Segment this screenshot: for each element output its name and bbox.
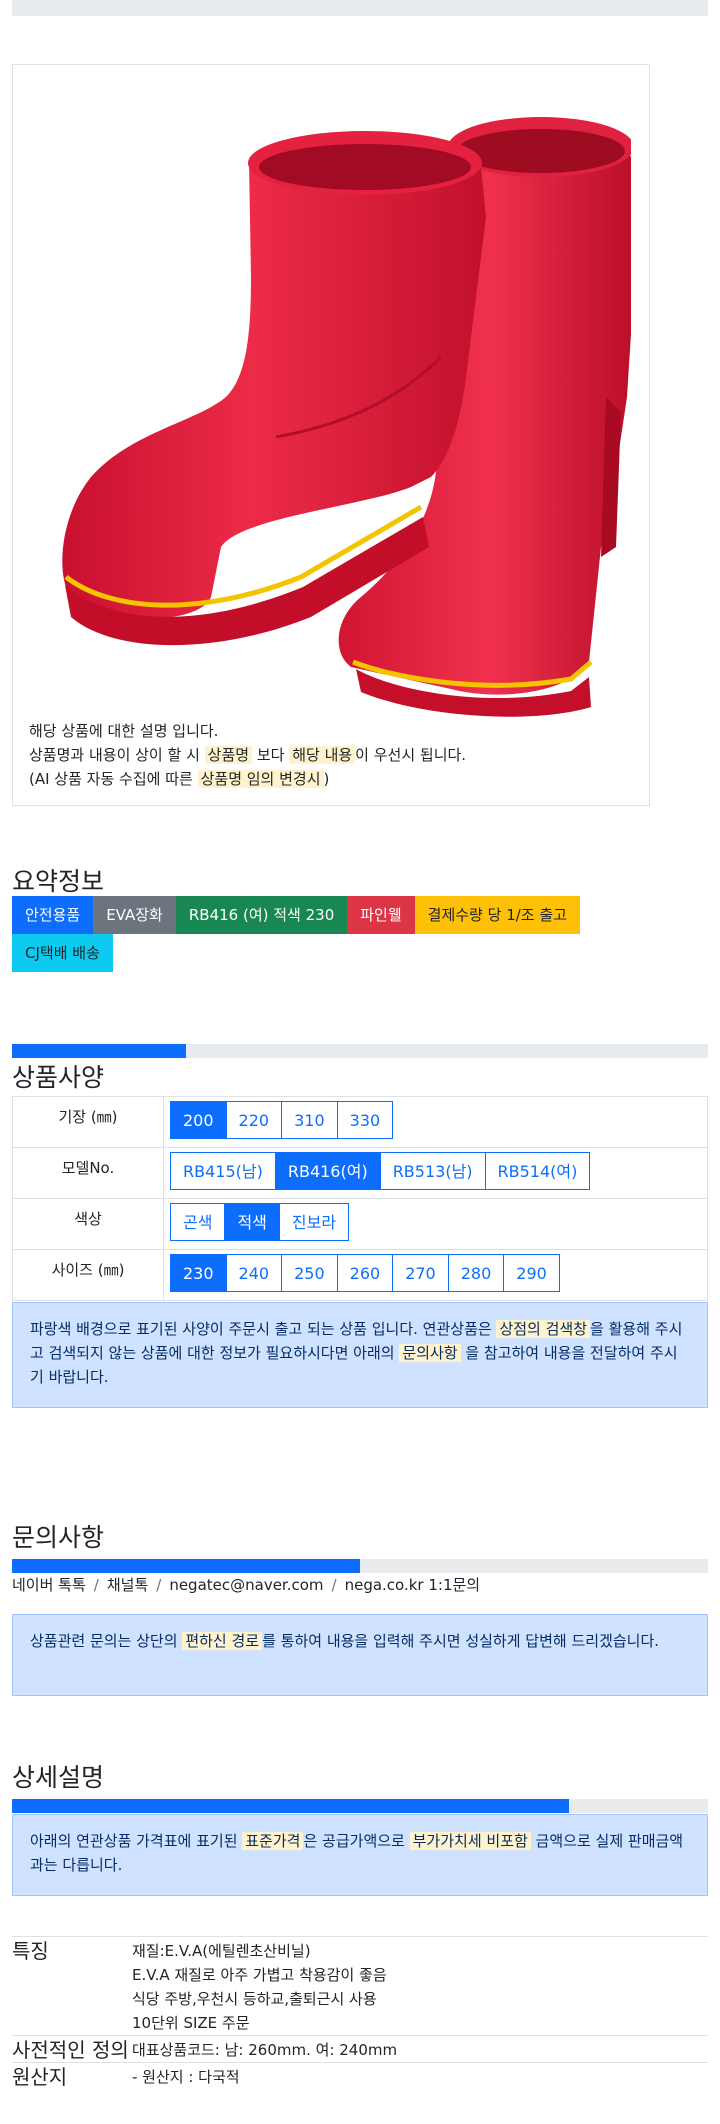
highlight-product-name: 상품명 [204, 746, 253, 764]
detail-line: 10단위 SIZE 주문 [132, 2014, 250, 2032]
highlight-standard-price: 표준가격 [242, 1832, 304, 1850]
detail-value: 재질:E.V.A(에틸렌초산비닐) E.V.A 재질로 아주 가볍고 착용감이 … [132, 1936, 708, 2036]
option-button[interactable]: 310 [281, 1101, 338, 1139]
detail-value: 대표상품코드: 남: 260mm. 여: 240mm [132, 2035, 708, 2063]
option-button[interactable]: 곤색 [170, 1203, 226, 1241]
inquiry-notice: 상품관련 문의는 상단의 편하신 경로 를 통하여 내용을 입력해 주시면 성실하… [12, 1614, 708, 1696]
badge-model: RB416 (여) 적색 230 [175, 896, 348, 934]
detail-row-features: 특징 재질:E.V.A(에틸렌초산비닐) E.V.A 재질로 아주 가볍고 착용… [12, 1936, 708, 2036]
option-button[interactable]: RB514(여) [484, 1152, 591, 1190]
highlight-search: 상점의 검색창 [496, 1320, 591, 1338]
badge-type: EVA장화 [93, 896, 176, 934]
badge-category: 안전용품 [12, 896, 94, 934]
option-button[interactable]: RB415(남) [170, 1152, 276, 1190]
option-button[interactable]: 200 [170, 1101, 227, 1139]
detail-title: 상세설명 [12, 1763, 105, 1792]
link-channel-talk[interactable]: 채널톡 [107, 1576, 148, 1594]
spec-row-color: 색상 곤색 적색 진보라 [12, 1198, 708, 1250]
highlight-route: 편하신 경로 [182, 1632, 263, 1650]
desc-line-1: 해당 상품에 대한 설명 입니다. [29, 722, 219, 740]
detail-row-origin: 원산지 - 원산지 : 다국적 [12, 2062, 708, 2089]
inquiry-title: 문의사항 [12, 1523, 105, 1552]
spec-label: 모델No. [12, 1147, 164, 1199]
option-button[interactable]: 330 [336, 1101, 394, 1139]
spec-options: 곤색 적색 진보라 [163, 1198, 708, 1250]
spec-row-length: 기장 (㎜) 200 220 310 330 [12, 1096, 708, 1148]
spec-row-size: 사이즈 (㎜) 230 240 250 260 270 280 290 [12, 1249, 708, 1301]
detail-progress [12, 1799, 708, 1813]
spec-options: 200 220 310 330 [163, 1096, 708, 1148]
highlight-name-change: 상품명 임의 변경시 [197, 770, 324, 788]
link-email[interactable]: negatec@naver.com [169, 1576, 323, 1594]
detail-value: - 원산지 : 다국적 [132, 2062, 708, 2089]
detail-line: 대표상품코드: 남: 260mm. 여: 240mm [132, 2041, 398, 2059]
spec-notice: 파랑색 배경으로 표기된 사양이 주문시 출고 되는 상품 입니다. 연관상품은… [12, 1302, 708, 1408]
summary-title: 요약정보 [12, 867, 105, 896]
spec-title: 상품사양 [12, 1063, 105, 1092]
spec-label: 색상 [12, 1198, 164, 1250]
product-description: 해당 상품에 대한 설명 입니다. 상품명과 내용이 상이 할 시 상품명 보다… [29, 719, 466, 791]
link-naver-talk[interactable]: 네이버 톡톡 [12, 1576, 86, 1594]
option-button[interactable]: 280 [447, 1254, 505, 1292]
detail-key: 원산지 [12, 2062, 132, 2089]
inquiry-progress [12, 1559, 708, 1573]
spec-options: RB415(남) RB416(여) RB513(남) RB514(여) [163, 1147, 708, 1199]
badge-brand: 파인웰 [347, 896, 415, 934]
option-button[interactable]: 270 [392, 1254, 449, 1292]
detail-key: 사전적인 정의 [12, 2035, 132, 2063]
option-button[interactable]: 적색 [224, 1203, 280, 1241]
spec-progress-fill [12, 1044, 186, 1058]
badge-quantity: 결제수량 당 1/조 출고 [414, 896, 580, 934]
detail-row-definition: 사전적인 정의 대표상품코드: 남: 260mm. 여: 240mm [12, 2035, 708, 2063]
spec-progress [12, 1044, 708, 1058]
detail-table: 특징 재질:E.V.A(에틸렌초산비닐) E.V.A 재질로 아주 가볍고 착용… [12, 1936, 708, 2089]
spec-label: 기장 (㎜) [12, 1096, 164, 1148]
link-website[interactable]: nega.co.kr 1:1문의 [345, 1576, 481, 1594]
option-button[interactable]: 230 [170, 1254, 227, 1292]
detail-line: - 원산지 : 다국적 [132, 2068, 240, 2086]
detail-notice: 아래의 연관상품 가격표에 표기된 표준가격 은 공급가액으로 부가가치세 비포함… [12, 1814, 708, 1896]
option-button[interactable]: 260 [336, 1254, 394, 1292]
option-button[interactable]: RB416(여) [274, 1152, 381, 1190]
desc-line-3: (AI 상품 자동 수집에 따른 상품명 임의 변경시) [29, 770, 330, 788]
detail-line: 재질:E.V.A(에틸렌초산비닐) [132, 1942, 311, 1960]
inquiry-links: 네이버 톡톡 / 채널톡 / negatec@naver.com / nega.co.kr … [12, 1576, 481, 1594]
highlight-vat: 부가가치세 비포함 [409, 1832, 531, 1850]
desc-line-2: 상품명과 내용이 상이 할 시 상품명 보다 해당 내용 이 우선시 됩니다. [29, 746, 467, 764]
detail-line: E.V.A 재질로 아주 가볍고 착용감이 좋음 [132, 1966, 387, 1984]
summary-badges: 안전용품 EVA장화 RB416 (여) 적색 230 파인웰 결제수량 당 1… [12, 896, 632, 972]
inquiry-progress-fill [12, 1559, 360, 1573]
option-button[interactable]: 290 [503, 1254, 560, 1292]
highlight-content: 해당 내용 [289, 746, 356, 764]
option-button[interactable]: RB513(남) [379, 1152, 486, 1190]
product-card: 해당 상품에 대한 설명 입니다. 상품명과 내용이 상이 할 시 상품명 보다… [12, 64, 650, 806]
detail-line: 식당 주방,우천시 등하교,출퇴근시 사용 [132, 1990, 377, 2008]
spec-table: 기장 (㎜) 200 220 310 330 모델No. RB415(남) RB… [12, 1096, 708, 1301]
spec-row-model: 모델No. RB415(남) RB416(여) RB513(남) RB514(여… [12, 1147, 708, 1199]
option-button[interactable]: 220 [225, 1101, 283, 1139]
option-button[interactable]: 진보라 [278, 1203, 350, 1241]
detail-progress-fill [12, 1799, 569, 1813]
highlight-inquiry: 문의사항 [399, 1344, 461, 1362]
option-button[interactable]: 250 [281, 1254, 338, 1292]
detail-key: 특징 [12, 1936, 132, 2036]
spec-label: 사이즈 (㎜) [12, 1249, 164, 1301]
top-bar [12, 0, 708, 16]
spec-options: 230 240 250 260 270 280 290 [163, 1249, 708, 1301]
badge-shipping: CJ택배 배송 [12, 934, 113, 972]
option-button[interactable]: 240 [225, 1254, 283, 1292]
product-image [62, 117, 631, 717]
